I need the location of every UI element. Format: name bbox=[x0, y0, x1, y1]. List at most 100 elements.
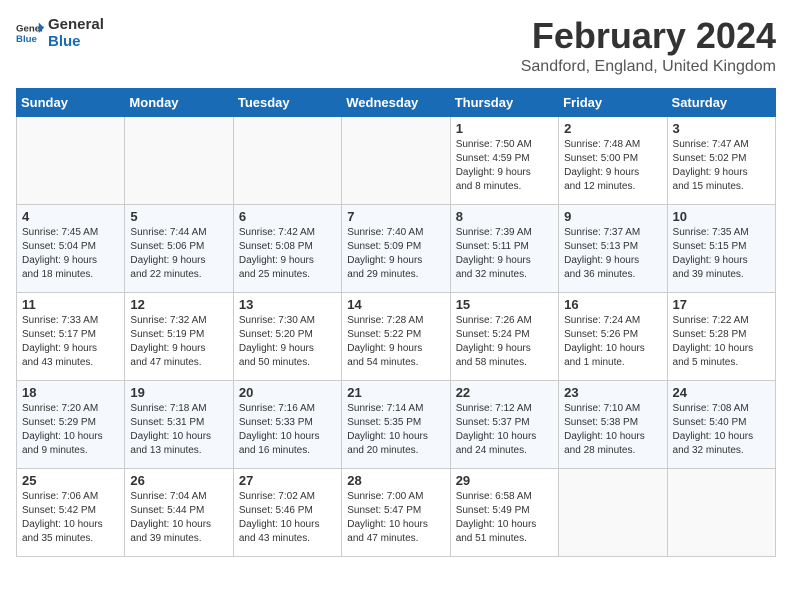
calendar-cell: 6 Sunrise: 7:42 AM Sunset: 5:08 PM Daylig… bbox=[233, 204, 341, 292]
day-content: Sunrise: 7:37 AM Sunset: 5:13 PM Dayligh… bbox=[564, 226, 661, 282]
day-content: Sunrise: 7:02 AM Sunset: 5:46 PM Dayligh… bbox=[239, 490, 336, 546]
day-content: Sunrise: 6:58 AM Sunset: 5:49 PM Dayligh… bbox=[456, 490, 553, 546]
col-header-wednesday: Wednesday bbox=[342, 88, 450, 116]
calendar-cell: 25 Sunrise: 7:06 AM Sunset: 5:42 PM Dayli… bbox=[17, 468, 125, 556]
calendar-cell: 10 Sunrise: 7:35 AM Sunset: 5:15 PM Dayli… bbox=[667, 204, 775, 292]
title-block: February 2024 Sandford, England, United … bbox=[521, 16, 776, 76]
day-content: Sunrise: 7:28 AM Sunset: 5:22 PM Dayligh… bbox=[347, 314, 444, 370]
day-number: 29 bbox=[456, 473, 553, 488]
calendar-cell bbox=[559, 468, 667, 556]
calendar-cell: 7Sunrise: 7:40 AM Sunset: 5:09 PM Daylig… bbox=[342, 204, 450, 292]
day-content: Sunrise: 7:44 AM Sunset: 5:06 PM Dayligh… bbox=[130, 226, 227, 282]
day-content: Sunrise: 7:32 AM Sunset: 5:19 PM Dayligh… bbox=[130, 314, 227, 370]
col-header-sunday: Sunday bbox=[17, 88, 125, 116]
calendar-cell: 5 Sunrise: 7:44 AM Sunset: 5:06 PM Daylig… bbox=[125, 204, 233, 292]
day-number: 8 bbox=[456, 209, 553, 224]
page-header: General Blue General Blue February 2024 … bbox=[16, 16, 776, 76]
day-number: 26 bbox=[130, 473, 227, 488]
calendar-cell: 29 Sunrise: 6:58 AM Sunset: 5:49 PM Dayli… bbox=[450, 468, 558, 556]
day-content: Sunrise: 7:50 AM Sunset: 4:59 PM Dayligh… bbox=[456, 138, 553, 194]
calendar-week-1: 1Sunrise: 7:50 AM Sunset: 4:59 PM Daylig… bbox=[17, 116, 776, 204]
calendar-cell: 16 Sunrise: 7:24 AM Sunset: 5:26 PM Dayli… bbox=[559, 292, 667, 380]
day-number: 25 bbox=[22, 473, 119, 488]
day-content: Sunrise: 7:35 AM Sunset: 5:15 PM Dayligh… bbox=[673, 226, 770, 282]
day-number: 27 bbox=[239, 473, 336, 488]
calendar-cell: 11 Sunrise: 7:33 AM Sunset: 5:17 PM Dayli… bbox=[17, 292, 125, 380]
calendar-cell: 8 Sunrise: 7:39 AM Sunset: 5:11 PM Daylig… bbox=[450, 204, 558, 292]
location-subtitle: Sandford, England, United Kingdom bbox=[521, 58, 776, 76]
day-content: Sunrise: 7:10 AM Sunset: 5:38 PM Dayligh… bbox=[564, 402, 661, 458]
calendar-cell: 26Sunrise: 7:04 AM Sunset: 5:44 PM Dayli… bbox=[125, 468, 233, 556]
day-content: Sunrise: 7:48 AM Sunset: 5:00 PM Dayligh… bbox=[564, 138, 661, 194]
calendar-cell: 28 Sunrise: 7:00 AM Sunset: 5:47 PM Dayli… bbox=[342, 468, 450, 556]
day-number: 17 bbox=[673, 297, 770, 312]
calendar-cell: 13 Sunrise: 7:30 AM Sunset: 5:20 PM Dayli… bbox=[233, 292, 341, 380]
calendar-cell bbox=[342, 116, 450, 204]
header-row: SundayMondayTuesdayWednesdayThursdayFrid… bbox=[17, 88, 776, 116]
day-content: Sunrise: 7:08 AM Sunset: 5:40 PM Dayligh… bbox=[673, 402, 770, 458]
day-number: 10 bbox=[673, 209, 770, 224]
calendar-cell: 1Sunrise: 7:50 AM Sunset: 4:59 PM Daylig… bbox=[450, 116, 558, 204]
calendar-cell: 23Sunrise: 7:10 AM Sunset: 5:38 PM Dayli… bbox=[559, 380, 667, 468]
day-content: Sunrise: 7:30 AM Sunset: 5:20 PM Dayligh… bbox=[239, 314, 336, 370]
day-number: 16 bbox=[564, 297, 661, 312]
calendar-week-3: 11 Sunrise: 7:33 AM Sunset: 5:17 PM Dayli… bbox=[17, 292, 776, 380]
day-number: 24 bbox=[673, 385, 770, 400]
day-number: 13 bbox=[239, 297, 336, 312]
day-number: 9 bbox=[564, 209, 661, 224]
day-content: Sunrise: 7:20 AM Sunset: 5:29 PM Dayligh… bbox=[22, 402, 119, 458]
day-number: 3 bbox=[673, 121, 770, 136]
calendar-cell: 17 Sunrise: 7:22 AM Sunset: 5:28 PM Dayli… bbox=[667, 292, 775, 380]
col-header-saturday: Saturday bbox=[667, 88, 775, 116]
calendar-cell: 4 Sunrise: 7:45 AM Sunset: 5:04 PM Daylig… bbox=[17, 204, 125, 292]
calendar-cell: 22 Sunrise: 7:12 AM Sunset: 5:37 PM Dayli… bbox=[450, 380, 558, 468]
logo-icon: General Blue bbox=[16, 19, 44, 47]
calendar-cell: 2Sunrise: 7:48 AM Sunset: 5:00 PM Daylig… bbox=[559, 116, 667, 204]
day-content: Sunrise: 7:33 AM Sunset: 5:17 PM Dayligh… bbox=[22, 314, 119, 370]
col-header-monday: Monday bbox=[125, 88, 233, 116]
day-content: Sunrise: 7:24 AM Sunset: 5:26 PM Dayligh… bbox=[564, 314, 661, 370]
day-content: Sunrise: 7:47 AM Sunset: 5:02 PM Dayligh… bbox=[673, 138, 770, 194]
calendar-cell bbox=[17, 116, 125, 204]
day-number: 28 bbox=[347, 473, 444, 488]
day-number: 4 bbox=[22, 209, 119, 224]
day-number: 6 bbox=[239, 209, 336, 224]
day-content: Sunrise: 7:06 AM Sunset: 5:42 PM Dayligh… bbox=[22, 490, 119, 546]
day-number: 12 bbox=[130, 297, 227, 312]
calendar-cell: 21 Sunrise: 7:14 AM Sunset: 5:35 PM Dayli… bbox=[342, 380, 450, 468]
calendar-cell bbox=[125, 116, 233, 204]
calendar-cell: 14 Sunrise: 7:28 AM Sunset: 5:22 PM Dayli… bbox=[342, 292, 450, 380]
calendar-cell bbox=[233, 116, 341, 204]
day-content: Sunrise: 7:26 AM Sunset: 5:24 PM Dayligh… bbox=[456, 314, 553, 370]
col-header-thursday: Thursday bbox=[450, 88, 558, 116]
day-number: 11 bbox=[22, 297, 119, 312]
calendar-cell: 19Sunrise: 7:18 AM Sunset: 5:31 PM Dayli… bbox=[125, 380, 233, 468]
col-header-tuesday: Tuesday bbox=[233, 88, 341, 116]
col-header-friday: Friday bbox=[559, 88, 667, 116]
calendar-cell: 20Sunrise: 7:16 AM Sunset: 5:33 PM Dayli… bbox=[233, 380, 341, 468]
calendar-cell: 27 Sunrise: 7:02 AM Sunset: 5:46 PM Dayli… bbox=[233, 468, 341, 556]
day-content: Sunrise: 7:22 AM Sunset: 5:28 PM Dayligh… bbox=[673, 314, 770, 370]
day-number: 19 bbox=[130, 385, 227, 400]
calendar-week-4: 18Sunrise: 7:20 AM Sunset: 5:29 PM Dayli… bbox=[17, 380, 776, 468]
calendar-cell bbox=[667, 468, 775, 556]
day-number: 14 bbox=[347, 297, 444, 312]
day-number: 7 bbox=[347, 209, 444, 224]
day-content: Sunrise: 7:00 AM Sunset: 5:47 PM Dayligh… bbox=[347, 490, 444, 546]
day-content: Sunrise: 7:14 AM Sunset: 5:35 PM Dayligh… bbox=[347, 402, 444, 458]
day-content: Sunrise: 7:45 AM Sunset: 5:04 PM Dayligh… bbox=[22, 226, 119, 282]
calendar-cell: 12 Sunrise: 7:32 AM Sunset: 5:19 PM Dayli… bbox=[125, 292, 233, 380]
day-number: 15 bbox=[456, 297, 553, 312]
day-number: 22 bbox=[456, 385, 553, 400]
day-number: 21 bbox=[347, 385, 444, 400]
day-number: 5 bbox=[130, 209, 227, 224]
calendar-week-5: 25 Sunrise: 7:06 AM Sunset: 5:42 PM Dayli… bbox=[17, 468, 776, 556]
calendar-cell: 15 Sunrise: 7:26 AM Sunset: 5:24 PM Dayli… bbox=[450, 292, 558, 380]
calendar-week-2: 4 Sunrise: 7:45 AM Sunset: 5:04 PM Daylig… bbox=[17, 204, 776, 292]
month-title: February 2024 bbox=[521, 16, 776, 56]
day-content: Sunrise: 7:42 AM Sunset: 5:08 PM Dayligh… bbox=[239, 226, 336, 282]
day-content: Sunrise: 7:39 AM Sunset: 5:11 PM Dayligh… bbox=[456, 226, 553, 282]
calendar-cell: 24 Sunrise: 7:08 AM Sunset: 5:40 PM Dayli… bbox=[667, 380, 775, 468]
calendar-cell: 18Sunrise: 7:20 AM Sunset: 5:29 PM Dayli… bbox=[17, 380, 125, 468]
day-content: Sunrise: 7:12 AM Sunset: 5:37 PM Dayligh… bbox=[456, 402, 553, 458]
